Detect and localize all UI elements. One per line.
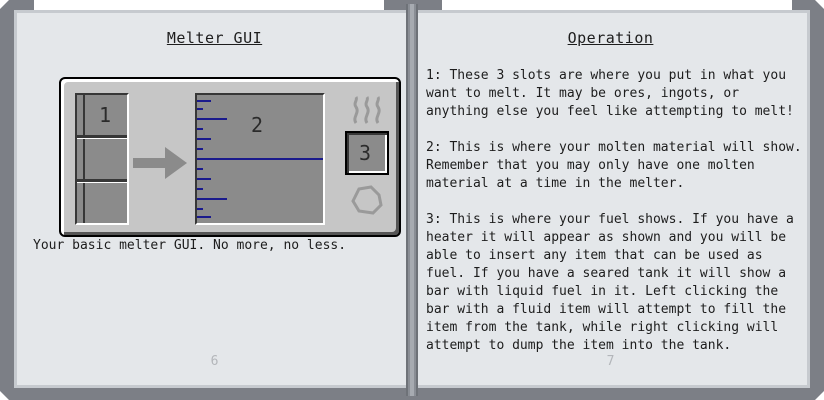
page-title: Melter GUI	[166, 29, 263, 47]
page-number: 7	[606, 354, 615, 369]
paragraph: 2: This is where your molten material wi…	[426, 140, 802, 191]
paragraph: 3: This is where your fuel shows. If you…	[426, 212, 794, 353]
page-top-gap	[34, 0, 384, 10]
slot-divider	[77, 135, 127, 139]
tank-label-2: 2	[251, 113, 264, 137]
operation-text: 1: These 3 slots are where you put in wh…	[426, 67, 804, 373]
slot-divider	[77, 179, 127, 183]
page-number: 6	[210, 354, 219, 369]
heat-waves-icon	[353, 96, 381, 124]
arrow-right-icon	[133, 147, 187, 179]
paragraph: 1: These 3 slots are where you put in wh…	[426, 68, 794, 119]
slot-label-1: 1	[99, 103, 112, 127]
left-page[interactable]: Melter GUI 1 2 3 Your basic melter GUI. …	[14, 10, 412, 388]
book: Melter GUI 1 2 3 Your basic melter GUI. …	[0, 0, 824, 400]
page-title: Operation	[567, 29, 654, 47]
book-spine-highlight	[410, 4, 414, 396]
stone-outline-icon	[351, 185, 383, 215]
book-right-edge	[808, 20, 824, 380]
right-page[interactable]: Operation 1: These 3 slots are where you…	[414, 10, 810, 388]
gui-caption: Your basic melter GUI. No more, no less.	[33, 238, 347, 253]
slot-divider	[83, 95, 85, 223]
page-top-gap	[442, 0, 792, 10]
fuel-label-3: 3	[359, 141, 372, 165]
melter-gui-illustration: 1 2 3	[59, 77, 401, 237]
